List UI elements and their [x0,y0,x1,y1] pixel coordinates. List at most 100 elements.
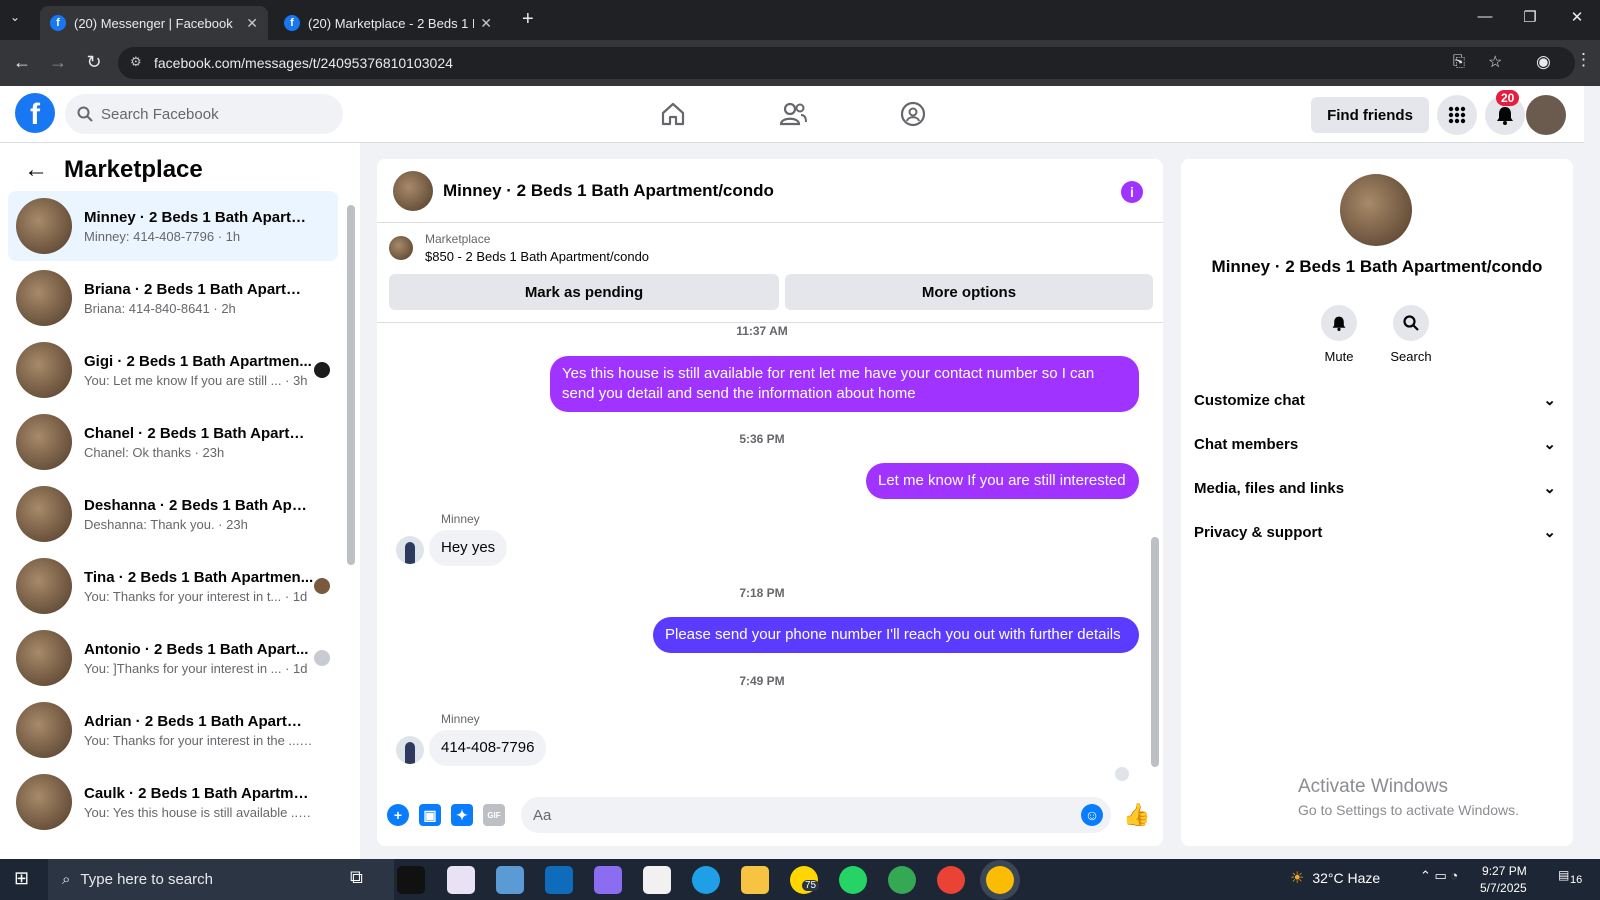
paint-icon[interactable] [447,866,475,894]
url-input[interactable]: ⚙ facebook.com/messages/t/24095376810103… [118,47,1575,79]
groups-icon[interactable] [895,98,931,130]
chrome-icon[interactable] [888,866,916,894]
home-icon[interactable] [655,98,691,130]
close-window-button[interactable]: ✕ [1562,8,1592,26]
chevron-down-icon: ⌄ [1543,524,1556,541]
system-tray-icons[interactable]: ⌃ ▭ ◔ [1420,868,1458,884]
sidebar-scrollbar[interactable] [347,205,355,565]
whatsapp-icon[interactable] [839,866,867,894]
conversation-item[interactable]: Minney · 2 Beds 1 Bath Apartme... Minney:… [8,191,338,261]
incoming-message[interactable]: Hey yes [429,530,508,566]
task-view-icon[interactable]: ⧉ [350,867,363,888]
marketplace-listing-info: Marketplace $850 - 2 Beds 1 Bath Apartme… [389,232,649,264]
sticker-icon[interactable]: ✦ [451,804,473,826]
weather-widget[interactable]: ☀ 32°C Haze [1290,868,1380,888]
reload-icon[interactable]: ↻ [82,52,106,73]
m365-icon[interactable] [496,866,524,894]
info-icon[interactable]: i [1121,181,1143,203]
gif-icon[interactable]: GIF [483,804,505,826]
facebook-logo-icon[interactable]: f [15,93,55,133]
section-label: Privacy & support [1194,523,1323,541]
chat-members-section[interactable]: Chat members ⌄ [1194,435,1556,454]
like-thumb-icon[interactable]: 👍 [1123,802,1150,828]
outgoing-message[interactable]: Yes this house is still available for re… [550,356,1139,412]
chrome-active-icon[interactable] [986,866,1014,894]
conversation-item[interactable]: Briana · 2 Beds 1 Bath Apartmen... Briana… [8,263,338,333]
sender-avatar[interactable] [396,736,424,764]
chat-title[interactable]: Minney · 2 Beds 1 Bath Apartment/condo [443,181,774,201]
install-app-icon[interactable]: ⎘ [1453,53,1465,70]
notifications-badge: 20 [1496,90,1520,106]
conversation-item[interactable]: Gigi · 2 Beds 1 Bath Apartmen... You: Let… [8,335,338,405]
new-tab-button[interactable]: + [522,8,534,31]
close-tab-icon[interactable]: ✕ [246,15,258,32]
copilot-icon[interactable] [594,866,622,894]
privacy-support-section[interactable]: Privacy & support ⌄ [1194,523,1556,542]
emoji-icon[interactable]: ☺ [1081,804,1103,826]
back-arrow-icon[interactable]: ← [24,156,48,184]
gallery-icon[interactable]: ▣ [419,804,441,826]
conversation-item[interactable]: Deshanna · 2 Beds 1 Bath Apart... Deshann… [8,479,338,549]
seen-receipt-avatar [1115,767,1129,781]
friends-icon[interactable] [775,98,811,130]
back-icon[interactable]: ← [10,52,34,73]
details-avatar[interactable] [1340,174,1412,246]
section-label: Customize chat [1194,391,1305,409]
mute-label: Mute [1324,349,1354,364]
conversation-item[interactable]: Antonio · 2 Beds 1 Bath Apart... You: ]Th… [8,623,338,693]
conversation-item[interactable]: Chanel · 2 Beds 1 Bath Apartme... Chanel:… [8,407,338,477]
mark-as-pending-button[interactable]: Mark as pending [389,274,779,310]
forward-icon[interactable]: → [46,52,70,73]
conversation-item[interactable]: Adrian · 2 Beds 1 Bath Apartmen... You: T… [8,695,338,765]
conversation-item[interactable]: Tina · 2 Beds 1 Bath Apartmen... You: Tha… [8,551,338,621]
message-input[interactable]: Aa ☺ [521,797,1111,833]
account-avatar[interactable] [1526,95,1566,135]
listing-price-title[interactable]: $850 - 2 Beds 1 Bath Apartment/condo [425,249,649,264]
minimize-button[interactable]: — [1470,8,1500,25]
tab-search-icon[interactable]: ⌄ [10,10,20,24]
file-explorer-icon[interactable] [741,866,769,894]
outlook-icon[interactable] [545,866,573,894]
store-icon[interactable] [643,866,671,894]
listing-thumbnail[interactable] [389,236,413,260]
conversation-preview: Chanel: Ok thanks · 23h [84,444,225,460]
find-friends-button[interactable]: Find friends [1311,97,1429,133]
more-options-button[interactable]: More options [785,274,1153,310]
outgoing-message[interactable]: Let me know If you are still interested [866,463,1139,499]
search-icon: ⌕ [62,871,71,888]
bookmark-star-icon[interactable]: ☆ [1488,52,1502,72]
chat-avatar[interactable] [393,170,433,211]
search-conversation-button[interactable]: Search [1381,305,1441,364]
incoming-message[interactable]: 414-408-7796 [429,730,547,766]
notification-center-icon[interactable]: ▤ [1558,868,1569,882]
restore-button[interactable]: ❐ [1515,8,1545,26]
edge-icon[interactable] [692,866,720,894]
profile-icon[interactable]: ◉ [1536,52,1551,72]
customize-chat-section[interactable]: Customize chat ⌄ [1194,391,1556,410]
media-files-links-section[interactable]: Media, files and links ⌄ [1194,479,1556,498]
listing-avatar [16,558,72,614]
menu-grid-icon[interactable] [1437,95,1477,135]
message-placeholder: Aa [533,806,552,824]
facebook-search-input[interactable]: Search Facebook [65,94,343,134]
conversation-name: Antonio · 2 Beds 1 Bath Apart... [84,640,309,658]
sender-name: Minney [441,712,480,726]
outgoing-message[interactable]: Please send your phone number I'll reach… [653,617,1139,653]
chevron-down-icon: ⌄ [1543,392,1556,409]
chrome-profile-icon[interactable] [937,866,965,894]
close-tab-icon[interactable]: ✕ [480,15,492,32]
site-info-icon[interactable]: ⚙ [130,54,142,70]
add-attachment-icon[interactable]: + [387,804,409,826]
tiktok-icon[interactable] [397,866,425,894]
tab-messenger[interactable]: f (20) Messenger | Facebook ✕ [40,6,268,40]
taskbar-search-input[interactable]: ⌕ Type here to search [48,859,394,900]
chat-scrollbar[interactable] [1151,537,1159,767]
tab-marketplace[interactable]: f (20) Marketplace - 2 Beds 1 Bath ✕ [274,6,502,40]
windows-start-icon[interactable]: ⊞ [14,868,29,889]
mute-button[interactable]: Mute [1309,305,1369,364]
conversation-item[interactable]: Caulk · 2 Beds 1 Bath Apartment... You: Y… [8,767,338,837]
browser-menu-icon[interactable]: ⋮ [1575,50,1592,70]
clock[interactable]: 9:27 PM 5/7/2025 [1480,863,1527,897]
chevron-down-icon: ⌄ [1543,436,1556,453]
sender-avatar[interactable] [396,536,424,564]
